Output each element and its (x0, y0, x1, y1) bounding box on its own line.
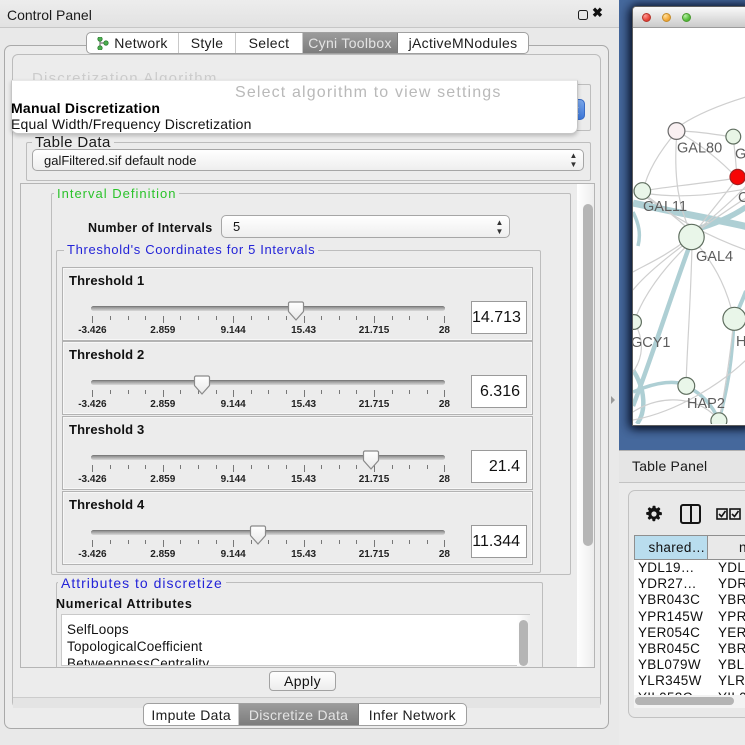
svg-text:CB: CB (738, 190, 745, 206)
svg-text:GCY1: GCY1 (633, 335, 671, 351)
svg-text:HAP2: HAP2 (687, 396, 725, 412)
svg-text:GAL4: GAL4 (696, 249, 733, 265)
svg-text:GAL11: GAL11 (643, 199, 687, 215)
svg-text:H: H (736, 334, 745, 350)
svg-text:GA: GA (735, 147, 745, 163)
svg-text:GAL80: GAL80 (677, 141, 722, 157)
